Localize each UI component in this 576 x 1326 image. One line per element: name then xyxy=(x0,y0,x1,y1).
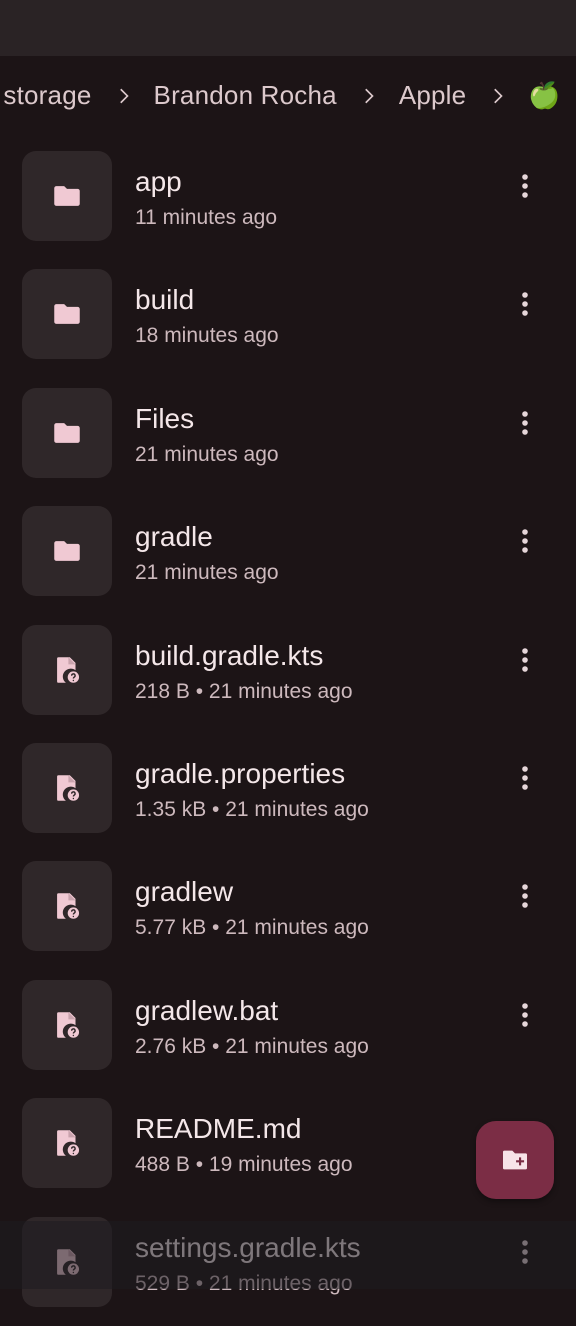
more-vert-icon[interactable] xyxy=(509,525,541,557)
create-folder-button[interactable] xyxy=(476,1121,554,1199)
unknown-file-icon xyxy=(22,1216,112,1307)
file-meta: 2.76 kB • 21 minutes ago xyxy=(135,1034,369,1058)
file-list-item[interactable]: build 18 minutes ago xyxy=(0,260,576,378)
file-name: gradle xyxy=(135,521,213,553)
file-meta: 11 minutes ago xyxy=(135,206,278,229)
file-name: settings.gradle.kts xyxy=(135,1231,361,1263)
more-vert-icon[interactable] xyxy=(509,644,541,676)
file-name: README.md xyxy=(135,1113,302,1145)
file-name: Files xyxy=(135,402,195,434)
more-vert-icon[interactable] xyxy=(509,762,541,794)
folder-icon xyxy=(22,151,112,241)
folder-icon xyxy=(22,506,112,597)
file-list-item[interactable]: gradlew 5.77 kB • 21 minutes ago xyxy=(0,852,576,970)
unknown-file-icon xyxy=(22,742,112,833)
file-name: build.gradle.kts xyxy=(135,639,324,671)
folder-icon xyxy=(22,387,112,478)
file-list-item[interactable]: gradle.properties 1.35 kB • 21 minutes ag… xyxy=(0,734,576,852)
file-list-item[interactable]: gradlew.bat 2.76 kB • 21 minutes ago xyxy=(0,971,576,1089)
file-meta: 18 minutes ago xyxy=(135,324,279,348)
file-meta: 488 B • 19 minutes ago xyxy=(135,1153,353,1177)
file-list-item[interactable]: settings.gradle.kts 529 B • 21 minutes ag… xyxy=(0,1208,576,1326)
file-name: build xyxy=(135,284,195,316)
file-name: app xyxy=(135,166,182,197)
file-name: gradlew xyxy=(135,876,234,908)
file-meta: 5.77 kB • 21 minutes ago xyxy=(135,916,369,940)
file-meta: 1.35 kB • 21 minutes ago xyxy=(135,797,369,821)
file-meta: 21 minutes ago xyxy=(135,442,279,466)
breadcrumb-item-green-apple[interactable]: 🍏 xyxy=(526,80,563,111)
breadcrumb-item-user[interactable]: Brandon Rocha xyxy=(152,80,339,111)
file-name: gradlew.bat xyxy=(135,994,279,1026)
folder-icon xyxy=(22,269,112,360)
breadcrumb-item-apple[interactable]: Apple xyxy=(397,80,469,111)
unknown-file-icon xyxy=(22,861,112,952)
more-vert-icon[interactable] xyxy=(509,1236,541,1268)
top-app-bar xyxy=(0,0,576,56)
unknown-file-icon xyxy=(22,1098,112,1189)
file-list-item[interactable]: gradle 21 minutes ago xyxy=(0,497,576,615)
chevron-right-icon xyxy=(339,86,397,106)
chevron-right-icon xyxy=(94,86,152,106)
file-list-item[interactable]: Files 21 minutes ago xyxy=(0,379,576,497)
more-vert-icon[interactable] xyxy=(509,170,541,202)
unknown-file-icon xyxy=(22,624,112,715)
more-vert-icon[interactable] xyxy=(509,288,541,320)
file-meta: 529 B • 21 minutes ago xyxy=(135,1271,353,1295)
more-vert-icon[interactable] xyxy=(509,999,541,1031)
breadcrumb-item-storage[interactable]: l storage xyxy=(0,80,94,111)
breadcrumb: l storage Brandon Rocha Apple 🍏 xyxy=(0,56,576,142)
create-folder-icon xyxy=(503,1150,527,1170)
file-list-item[interactable]: build.gradle.kts 218 B • 21 minutes ago xyxy=(0,616,576,734)
file-meta: 21 minutes ago xyxy=(135,561,279,585)
file-name: gradle.properties xyxy=(135,757,346,789)
file-list-item[interactable]: app 11 minutes ago xyxy=(0,142,576,260)
more-vert-icon[interactable] xyxy=(509,407,541,439)
unknown-file-icon xyxy=(22,979,112,1070)
chevron-right-icon xyxy=(468,86,526,106)
file-meta: 218 B • 21 minutes ago xyxy=(135,679,353,703)
more-vert-icon[interactable] xyxy=(509,880,541,912)
